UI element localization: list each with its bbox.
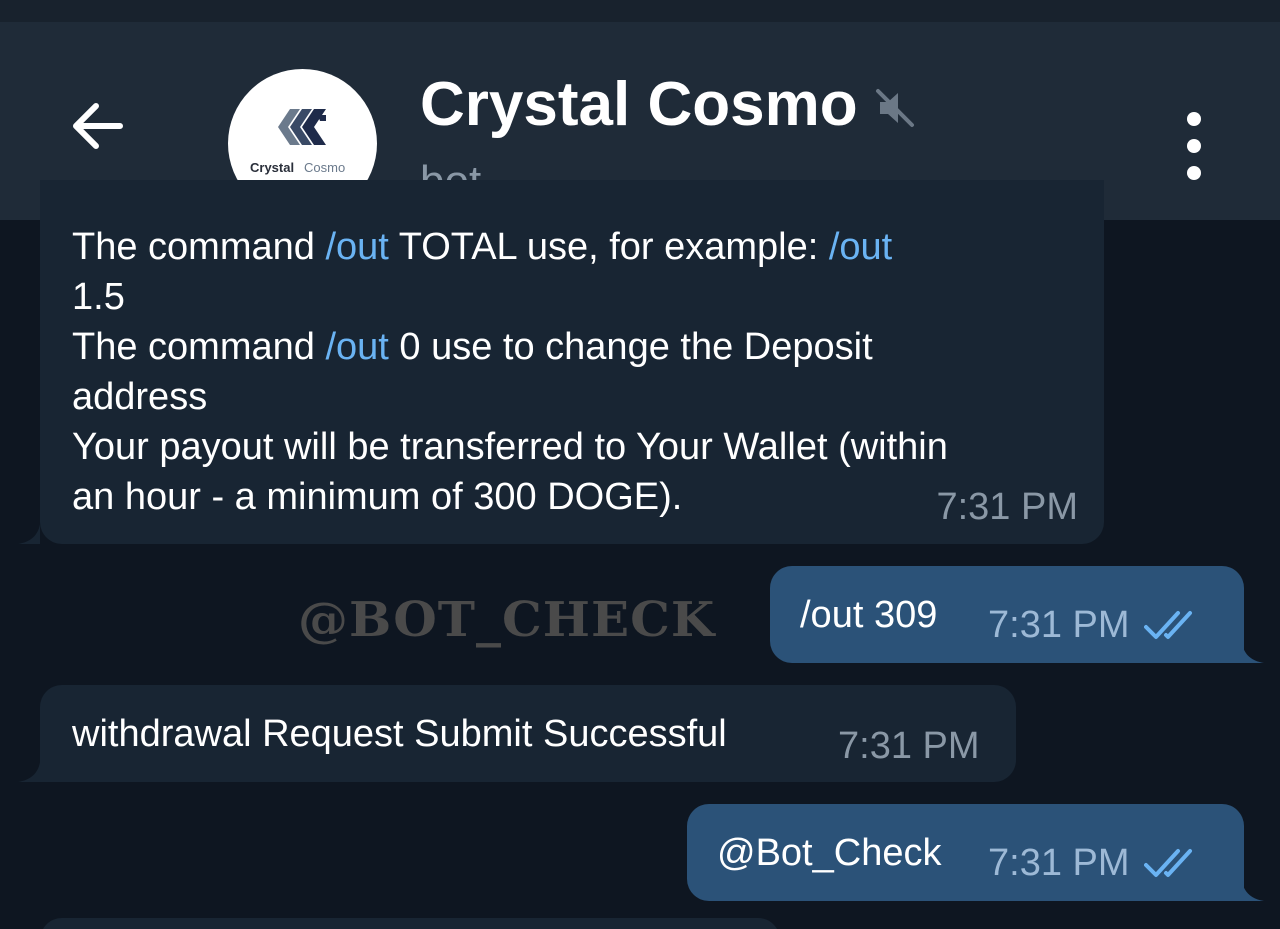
message-bubble-outgoing[interactable]: @Bot_Check 7:31 PM — [687, 804, 1244, 901]
command-text: /out — [800, 594, 864, 636]
message-line: The command /out TOTAL use, for example:… — [72, 226, 893, 268]
message-text: The command /out TOTAL use, for example:… — [72, 222, 1082, 522]
bubble-tail — [18, 524, 40, 544]
command-link[interactable]: /out — [325, 226, 388, 268]
message-time: 7:31 PM — [936, 486, 1078, 528]
chat-title-text: Crystal Cosmo — [420, 70, 858, 139]
chat-title[interactable]: Crystal Cosmo — [420, 74, 916, 136]
message-bubble-outgoing[interactable]: /out 309 7:31 PM — [770, 566, 1244, 663]
back-button[interactable] — [56, 84, 140, 168]
svg-text:Crystal: Crystal — [250, 160, 294, 175]
status-bar — [0, 0, 1280, 22]
message-line: 1.5 — [72, 276, 125, 318]
message-time: 7:31 PM — [988, 842, 1130, 884]
svg-text:Cosmo: Cosmo — [304, 160, 345, 175]
message-time: 7:31 PM — [988, 604, 1130, 646]
message-line: The command /out 0 use to change the Dep… — [72, 326, 873, 368]
double-check-icon — [1143, 849, 1192, 877]
message-time: 7:31 PM — [838, 725, 980, 767]
message-bubble-incoming[interactable]: The command /out TOTAL use, for example:… — [40, 180, 1104, 544]
double-check-icon — [1143, 611, 1192, 639]
arrow-left-icon — [73, 103, 123, 149]
watermark: @BOT_CHECK — [298, 591, 716, 648]
message-text: @Bot_Check — [717, 832, 942, 874]
more-vertical-icon — [1187, 112, 1201, 126]
message-line: an hour - a minimum of 300 DOGE). — [72, 476, 683, 518]
command-link[interactable]: /out — [829, 226, 892, 268]
message-text: withdrawal Request Submit Successful — [72, 713, 727, 755]
message-bubble-incoming[interactable]: withdrawal Request Submit Successful 7:3… — [40, 685, 1016, 782]
message-line: address — [72, 376, 208, 418]
message-meta: 7:31 PM — [988, 838, 1200, 888]
message-meta: 7:31 PM — [988, 600, 1200, 650]
bubble-tail — [1242, 881, 1264, 901]
message-line: Your payout will be transferred to Your … — [72, 426, 948, 468]
message-text: /out 309 — [800, 594, 938, 636]
command-link[interactable]: /out — [325, 326, 388, 368]
muted-speaker-icon — [875, 89, 914, 127]
bubble-tail — [1242, 643, 1264, 663]
more-menu-button[interactable] — [1170, 104, 1218, 188]
bubble-tail — [18, 762, 40, 782]
message-bubble-incoming[interactable] — [40, 918, 780, 929]
